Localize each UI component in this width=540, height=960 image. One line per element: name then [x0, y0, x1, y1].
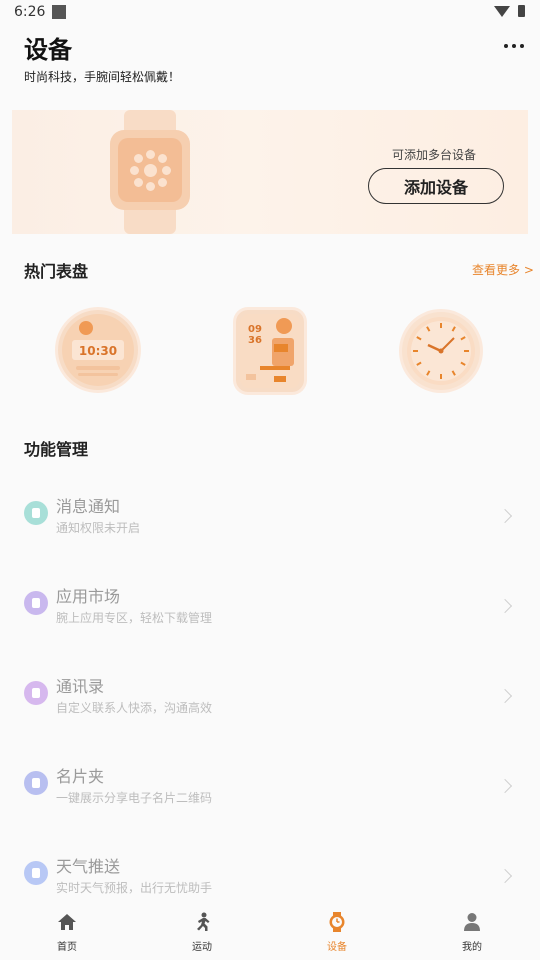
see-more-link[interactable]: 查看更多 >	[472, 261, 534, 278]
nav-sport-label: 运动	[192, 942, 212, 953]
card-icon	[24, 771, 48, 795]
nav-sport[interactable]: 运动	[162, 902, 242, 960]
nav-device-label: 设备	[327, 942, 347, 953]
chevron-right-icon	[497, 688, 513, 704]
watch-face-2[interactable]: 09 36	[236, 310, 304, 392]
watch-face-2-graphic: 09 36	[240, 314, 300, 388]
chevron-right-icon	[497, 508, 513, 524]
face2-hour: 09	[248, 324, 262, 335]
status-bar: 6:26	[0, 0, 540, 26]
watch-face-3[interactable]	[402, 312, 480, 390]
banner-hint: 可添加多台设备	[392, 148, 477, 162]
card-icon-glyph	[32, 778, 40, 788]
section-title-functions: 功能管理	[24, 440, 89, 459]
page-subtitle: 时尚科技，手腕间轻松佩戴！	[24, 70, 181, 84]
bell-icon	[24, 501, 48, 525]
more-options-button[interactable]	[500, 36, 528, 56]
watch-illustration	[110, 110, 190, 234]
chevron-right-icon	[497, 598, 513, 614]
shopping-bag-icon	[24, 591, 48, 615]
function-name: 消息通知	[56, 497, 121, 516]
watch-face-1[interactable]: 10:30	[58, 310, 138, 390]
function-name: 名片夹	[56, 767, 105, 786]
face2-minute: 36	[248, 335, 262, 346]
page-title: 设备	[24, 36, 72, 64]
chevron-right-icon	[497, 868, 513, 884]
function-name: 通讯录	[56, 677, 105, 696]
more-dot-icon	[512, 44, 516, 48]
nav-home-label: 首页	[57, 942, 77, 953]
battery-icon	[518, 5, 525, 17]
more-dot-icon	[520, 44, 524, 48]
function-desc: 一键展示分享电子名片二维码	[56, 791, 213, 805]
watch-face-1-graphic: 10:30	[62, 314, 134, 386]
nav-home[interactable]: 首页	[27, 902, 107, 960]
watch-icon	[329, 912, 345, 932]
add-device-button[interactable]: 添加设备	[368, 168, 504, 204]
home-icon	[58, 914, 76, 930]
face1-time: 10:30	[79, 344, 117, 358]
cloud-icon	[24, 861, 48, 885]
user-icon	[464, 913, 480, 931]
function-desc: 通知权限未开启	[56, 521, 141, 535]
section-title-watch-faces: 热门表盘	[24, 262, 89, 281]
chevron-right-icon	[497, 778, 513, 794]
bottom-nav: 首页 运动 设备 我的	[0, 902, 540, 960]
watch-face-3-graphic	[407, 317, 475, 385]
nav-mine[interactable]: 我的	[432, 902, 512, 960]
wifi-icon	[494, 6, 510, 17]
contacts-icon	[24, 681, 48, 705]
function-desc: 实时天气预报，出行无忧助手	[56, 881, 213, 895]
function-name: 天气推送	[56, 857, 121, 876]
contacts-icon-glyph	[32, 688, 40, 698]
function-desc: 腕上应用专区，轻松下载管理	[56, 611, 213, 625]
nav-device[interactable]: 设备	[297, 902, 377, 960]
cloud-icon-glyph	[32, 868, 40, 878]
running-icon	[197, 912, 210, 931]
function-desc: 自定义联系人快添，沟通高效	[56, 701, 213, 715]
bell-icon-glyph	[32, 508, 40, 518]
more-dot-icon	[504, 44, 508, 48]
shopping-bag-icon-glyph	[32, 598, 40, 608]
notification-icon	[52, 5, 66, 19]
function-name: 应用市场	[56, 587, 121, 606]
add-device-banner: 可添加多台设备 添加设备	[12, 110, 528, 234]
status-time: 6:26	[14, 4, 46, 20]
nav-mine-label: 我的	[462, 942, 482, 953]
